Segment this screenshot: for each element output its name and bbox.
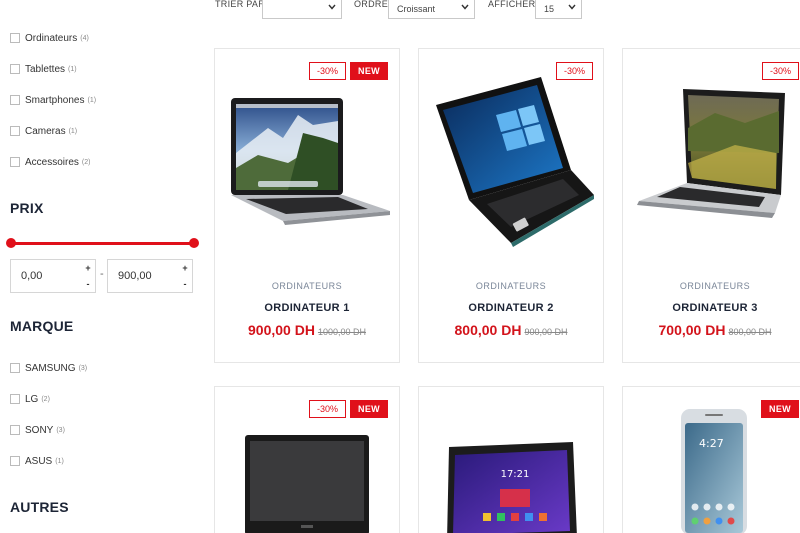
product-card[interactable]: -30% [622, 48, 800, 363]
product-card[interactable]: -30% NEW [214, 48, 400, 363]
product-card[interactable]: -30% NEW [214, 386, 400, 533]
brand-filter-lg[interactable]: LG (2) [10, 392, 50, 406]
product-card[interactable]: -30% [418, 48, 604, 363]
checkbox[interactable] [10, 126, 20, 136]
discount-badge: -30% [309, 62, 346, 80]
brand-filter-samsung[interactable]: SAMSUNG (3) [10, 361, 87, 375]
brand-label: LG [25, 393, 39, 405]
macbook-hills-icon[interactable] [635, 83, 795, 243]
checkbox[interactable] [10, 157, 20, 167]
show-select[interactable]: 15 [535, 0, 582, 19]
category-label: Ordinateurs [25, 32, 78, 44]
filter-sidebar: Ordinateurs (4) Tablettes (1) Smartphone… [0, 0, 205, 533]
category-filter-ordinateurs[interactable]: Ordinateurs (4) [10, 31, 89, 45]
price-min-input[interactable]: 0,00 + - [10, 259, 96, 293]
brand-label: SONY [25, 424, 54, 436]
order-select[interactable]: Croissant [388, 0, 475, 19]
category-count: (1) [87, 96, 97, 104]
discount-badge: -30% [762, 62, 799, 80]
checkbox[interactable] [10, 33, 20, 43]
product-card[interactable]: NEW 4:27 [622, 386, 800, 533]
macbook-landscape-icon[interactable] [228, 93, 393, 228]
category-count: (1) [68, 127, 78, 135]
checkbox[interactable] [10, 95, 20, 105]
category-count: (4) [80, 34, 89, 42]
price-max-input[interactable]: 900,00 + - [107, 259, 193, 293]
increment-button[interactable]: + [81, 260, 95, 276]
order-label: ORDRE [354, 0, 389, 9]
sort-label: TRIER PAR [215, 0, 266, 9]
brand-count: (1) [55, 457, 64, 465]
new-badge: NEW [761, 400, 799, 418]
category-label: Tablettes [25, 63, 66, 75]
price-max-handle[interactable] [189, 238, 199, 248]
price-range-slider[interactable] [10, 242, 194, 245]
decrement-button[interactable]: - [178, 276, 192, 292]
show-label: AFFICHER [488, 0, 536, 9]
increment-button[interactable]: + [178, 260, 192, 276]
price-max-value: 900,00 [118, 270, 152, 282]
price-min-handle[interactable] [6, 238, 16, 248]
brand-label: ASUS [25, 455, 53, 467]
category-label: Accessoires [25, 156, 79, 168]
category-filter-cameras[interactable]: Cameras (1) [10, 124, 77, 138]
show-value: 15 [544, 4, 555, 14]
price-min-value: 0,00 [21, 270, 43, 282]
checkbox[interactable] [10, 425, 20, 435]
category-filter-accessoires[interactable]: Accessoires (2) [10, 155, 90, 169]
category-count: (1) [68, 65, 77, 73]
category-label: Cameras [25, 125, 66, 137]
category-filter-smartphones[interactable]: Smartphones (1) [10, 93, 96, 107]
checkbox[interactable] [10, 363, 20, 373]
sony-tablet-icon[interactable]: 17:21 [445, 441, 579, 533]
svg-text:4:27: 4:27 [699, 437, 724, 450]
decrement-button[interactable]: - [81, 276, 95, 292]
product-card[interactable]: 17:21 [418, 386, 604, 533]
brand-count: (3) [78, 364, 88, 372]
brand-filter-title: MARQUE [10, 318, 74, 334]
brand-filter-asus[interactable]: ASUS (1) [10, 454, 64, 468]
order-value: Croissant [397, 4, 436, 14]
brand-filter-sony[interactable]: SONY (3) [10, 423, 65, 437]
chevron-down-icon [461, 4, 469, 10]
black-laptop-icon[interactable] [243, 433, 371, 533]
asus-laptop-windows-icon[interactable] [431, 75, 596, 250]
checkbox[interactable] [10, 64, 20, 74]
checkbox[interactable] [10, 456, 20, 466]
brand-count: (3) [56, 426, 65, 434]
samsung-phone-icon[interactable]: 4:27 [679, 407, 749, 533]
brand-label: SAMSUNG [25, 362, 76, 374]
category-label: Smartphones [25, 94, 85, 106]
discount-badge: -30% [309, 400, 346, 418]
category-filter-tablettes[interactable]: Tablettes (1) [10, 62, 77, 76]
chevron-down-icon [328, 4, 336, 10]
sort-select[interactable] [262, 0, 342, 19]
new-badge: NEW [350, 62, 388, 80]
chevron-down-icon [568, 4, 576, 10]
category-count: (2) [81, 158, 91, 166]
other-filter-title: AUTRES [10, 499, 69, 515]
price-filter-title: PRIX [10, 200, 44, 216]
checkbox[interactable] [10, 394, 20, 404]
brand-count: (2) [41, 395, 50, 403]
price-separator: - [100, 268, 104, 280]
svg-text:17:21: 17:21 [501, 469, 530, 480]
new-badge: NEW [350, 400, 388, 418]
